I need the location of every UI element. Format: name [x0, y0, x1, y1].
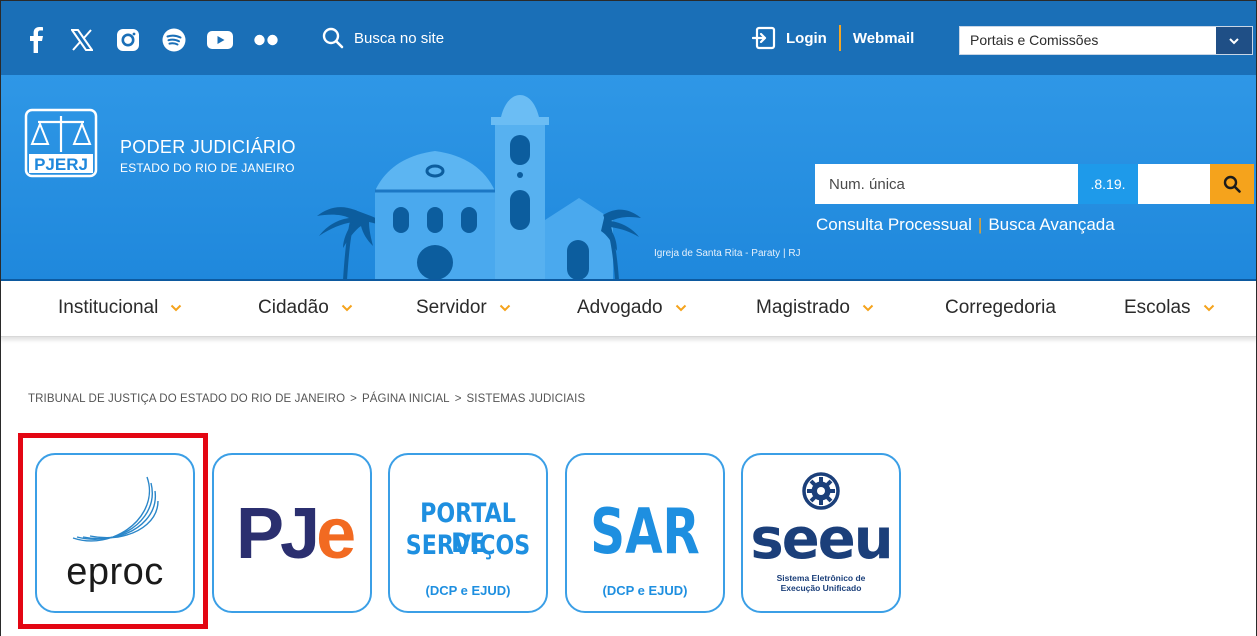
seeu-subtitle-line2: Execução Unificado: [780, 583, 862, 593]
nav-item-label: Institucional: [58, 297, 159, 318]
youtube-icon[interactable]: [206, 26, 234, 54]
chevron-down-icon: [862, 304, 874, 312]
process-number-input[interactable]: [815, 164, 1078, 204]
nav-item-label: Corregedoria: [945, 297, 1056, 318]
nav-item-label: Cidadão: [258, 297, 329, 318]
pje-logo-e: e: [316, 494, 356, 574]
org-name-line1: PODER JUDICIÁRIO: [120, 137, 296, 157]
sar-subtitle: (DCP e EJUD): [602, 583, 688, 598]
login-icon: [752, 26, 776, 50]
process-origin-input[interactable]: [1138, 164, 1210, 204]
sar-title: SAR: [590, 495, 700, 568]
consulta-processual-link[interactable]: Consulta Processual: [816, 215, 972, 234]
seeu-subtitle-line1: Sistema Eletrônico de: [776, 573, 866, 583]
portal-servicos-tile[interactable]: PORTAL DE SERVIÇOS (DCP e EJUD): [388, 453, 548, 613]
tj-code-badge: .8.19.: [1078, 164, 1138, 204]
nav-item-label: Magistrado: [756, 297, 850, 318]
chevron-down-icon: [675, 304, 687, 312]
breadcrumb-separator: >: [454, 393, 462, 405]
pjerj-logo-text: PJERJ: [34, 155, 88, 174]
divider: [838, 25, 841, 51]
pje-tile[interactable]: PJe: [212, 453, 372, 613]
login-link[interactable]: Login: [786, 30, 827, 47]
photo-caption: Igreja de Santa Rita - Paraty | RJ: [654, 248, 801, 259]
login-area: Login Webmail: [752, 25, 914, 51]
breadcrumb-separator: >: [350, 393, 357, 405]
nav-item-servidor[interactable]: Servidor: [416, 297, 511, 319]
eproc-label: eproc: [66, 551, 164, 593]
main-nav: Institucional Cidadão Servidor Advogado …: [0, 281, 1257, 337]
nav-item-escolas[interactable]: Escolas: [1124, 297, 1215, 319]
gear-icon: [802, 472, 840, 510]
nav-item-institucional[interactable]: Institucional: [58, 297, 182, 319]
busca-avancada-link[interactable]: Busca Avançada: [988, 215, 1114, 234]
org-name-line2: ESTADO DO RIO DE JANEIRO: [120, 161, 295, 175]
portais-select-value: Portais e Comissões: [970, 32, 1099, 48]
seeu-subtitle: Sistema Eletrônico de Execução Unificado: [743, 573, 899, 593]
chevron-down-icon: [1216, 27, 1252, 54]
process-search-button[interactable]: [1210, 164, 1254, 204]
portal-subtitle: (DCP e EJUD): [425, 583, 511, 598]
breadcrumb-item[interactable]: TRIBUNAL DE JUSTIÇA DO ESTADO DO RIO DE …: [28, 393, 345, 405]
top-bar: Busca no site Login Webmail Portais e Co…: [0, 0, 1257, 75]
search-icon: [1223, 175, 1241, 193]
pje-logo: PJe: [236, 493, 356, 575]
nav-item-cidadao[interactable]: Cidadão: [258, 297, 353, 319]
divider: |: [977, 215, 983, 234]
breadcrumb-item[interactable]: PÁGINA INICIAL: [362, 393, 450, 405]
chevron-down-icon: [341, 304, 353, 312]
site-search-label: Busca no site: [354, 29, 445, 47]
x-icon[interactable]: [68, 26, 96, 54]
nav-item-label: Advogado: [577, 297, 663, 318]
org-name: PODER JUDICIÁRIO ESTADO DO RIO DE JANEIR…: [120, 137, 296, 175]
eproc-logo-icon: [72, 476, 159, 542]
seeu-tile[interactable]: seeu Sistema Eletrônico de Execução Unif…: [741, 453, 901, 613]
pje-logo-pj: PJ: [236, 494, 320, 574]
breadcrumb: TRIBUNAL DE JUSTIÇA DO ESTADO DO RIO DE …: [28, 393, 585, 405]
site-search[interactable]: Busca no site: [322, 27, 444, 49]
webmail-link[interactable]: Webmail: [853, 30, 914, 47]
nav-item-label: Escolas: [1124, 297, 1191, 318]
church-illustration: [317, 95, 641, 280]
portais-select[interactable]: Portais e Comissões: [959, 26, 1253, 55]
nav-item-corregedoria[interactable]: Corregedoria: [945, 297, 1056, 319]
instagram-icon[interactable]: [114, 26, 142, 54]
flickr-icon[interactable]: [252, 26, 280, 54]
eproc-tile[interactable]: eproc: [35, 453, 195, 613]
chevron-down-icon: [499, 304, 511, 312]
portal-title-line2: SERVIÇOS: [405, 530, 531, 561]
breadcrumb-item[interactable]: SISTEMAS JUDICIAIS: [467, 393, 586, 405]
nav-item-label: Servidor: [416, 297, 487, 318]
nav-item-magistrado[interactable]: Magistrado: [756, 297, 874, 319]
search-icon: [322, 27, 344, 49]
chevron-down-icon: [170, 304, 182, 312]
seeu-label: seeu: [750, 507, 893, 572]
sar-tile[interactable]: SAR (DCP e EJUD): [565, 453, 725, 613]
social-links: [22, 26, 298, 54]
nav-item-advogado[interactable]: Advogado: [577, 297, 687, 319]
consulta-links: Consulta Processual | Busca Avançada: [816, 215, 1115, 235]
chevron-down-icon: [1203, 304, 1215, 312]
pjerj-logo[interactable]: PJERJ: [24, 108, 98, 178]
spotify-icon[interactable]: [160, 26, 188, 54]
facebook-icon[interactable]: [22, 26, 50, 54]
